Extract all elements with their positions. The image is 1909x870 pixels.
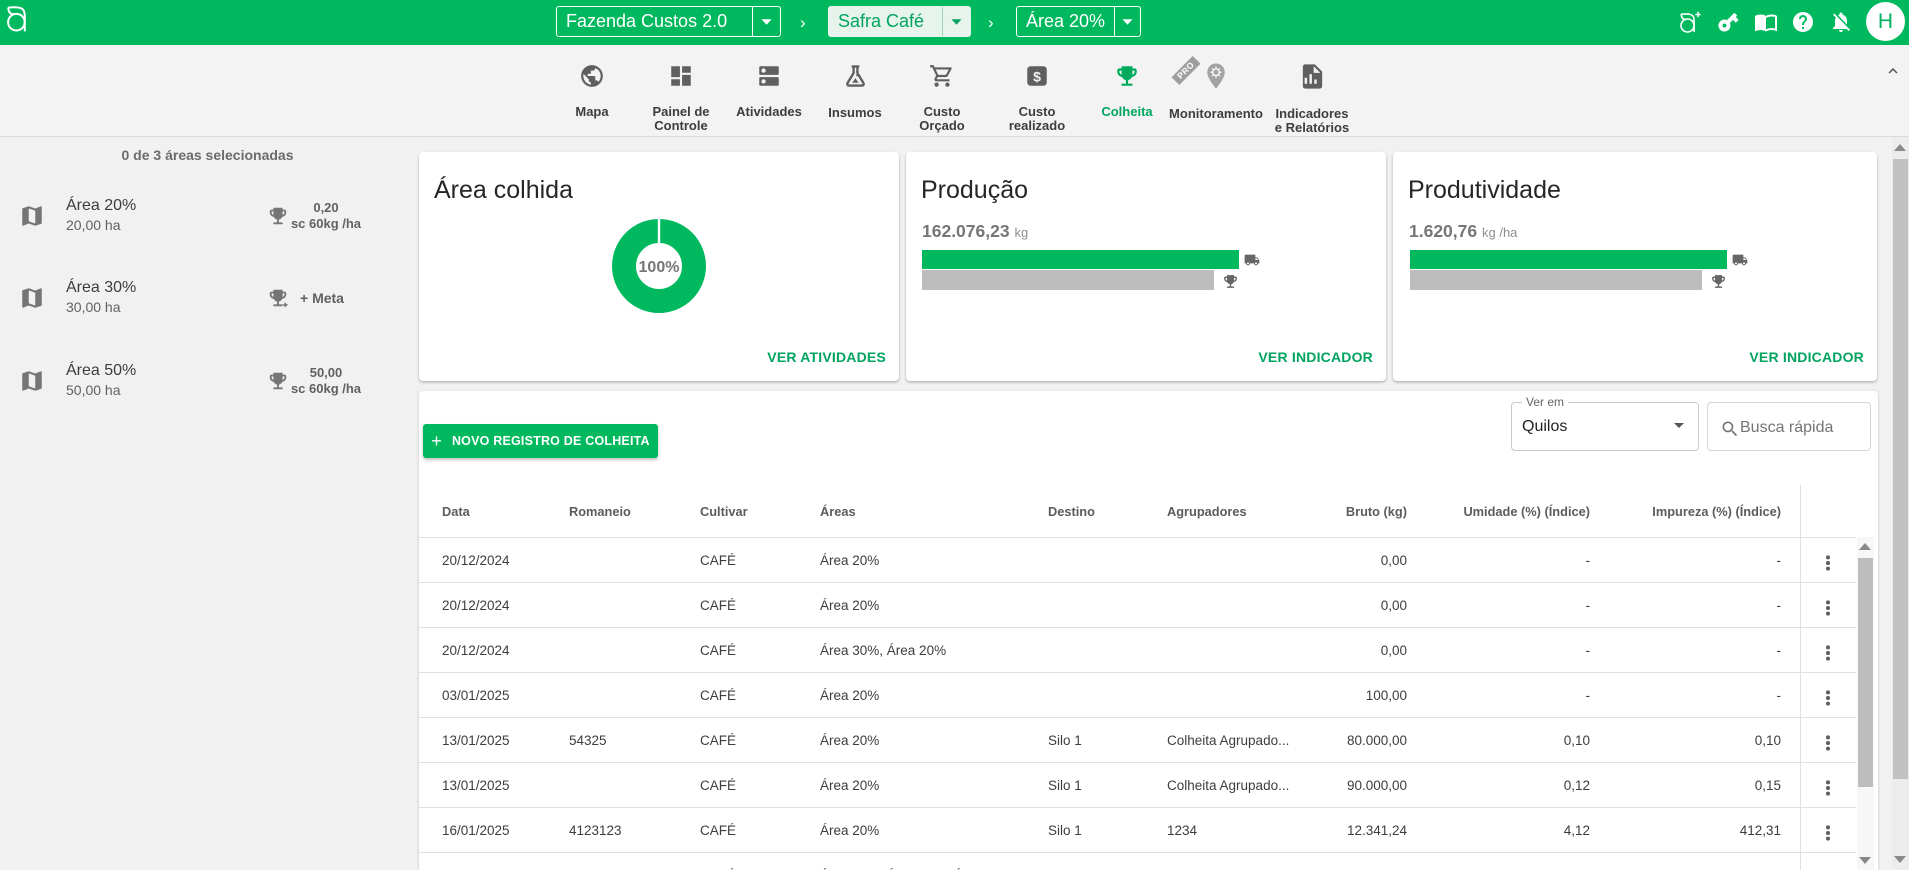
svg-text:100%: 100%: [639, 259, 680, 276]
svg-text:$: $: [1033, 68, 1041, 84]
